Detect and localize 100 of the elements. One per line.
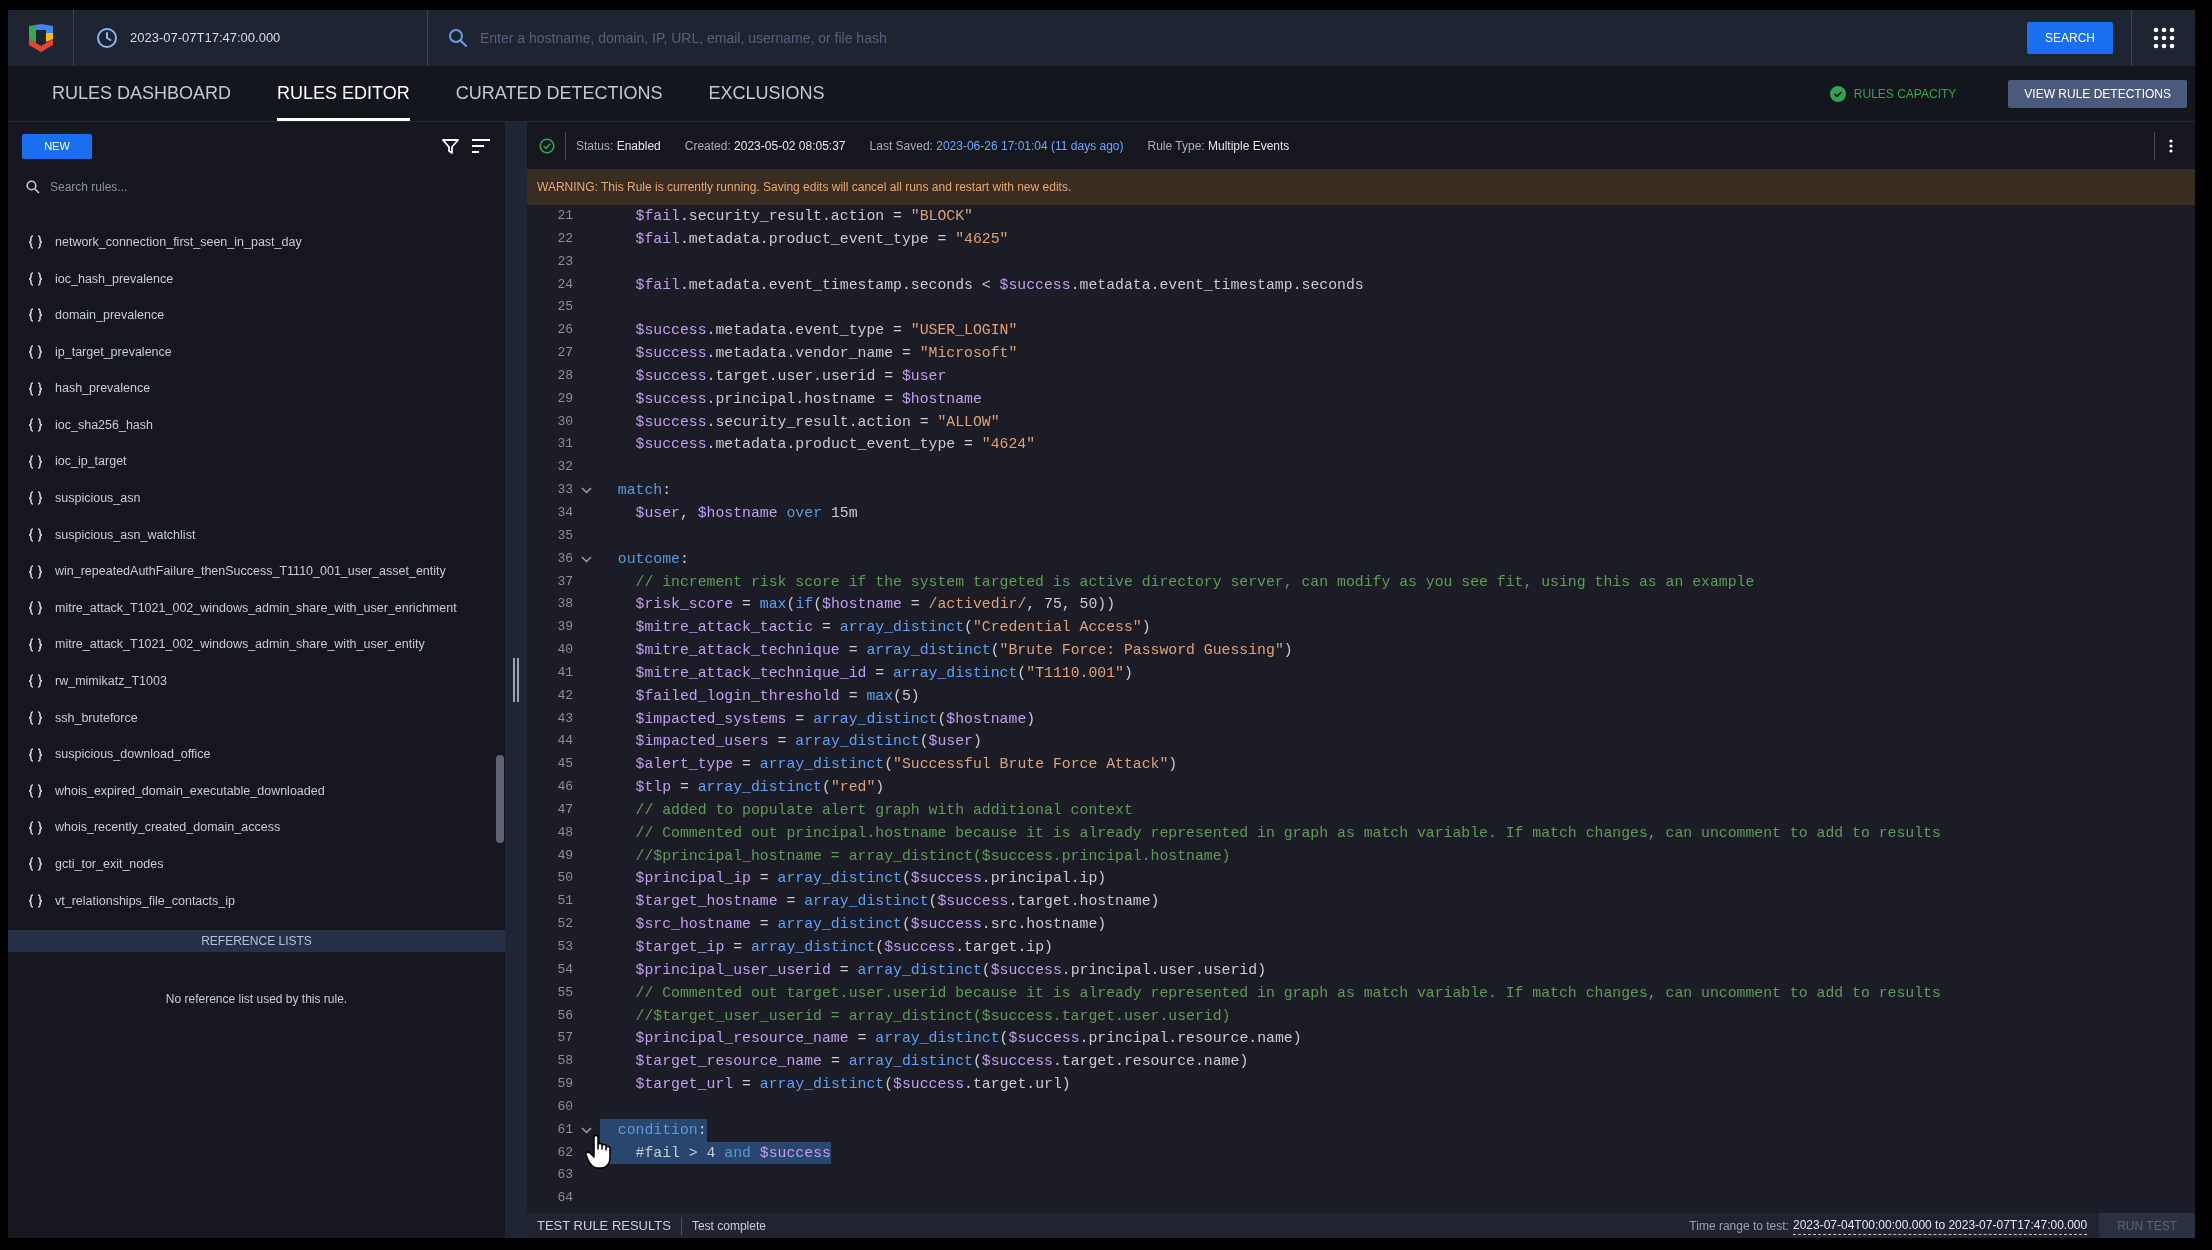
rule-list-item[interactable]: suspicious_asn_watchlist [55,525,196,545]
code-line: $fail.metadata.product_event_type = "4625" [634,229,1009,249]
line-number: 45 [556,755,573,774]
code-line: $success.metadata.event_type = "USER_LOGIN" [634,321,1018,341]
search-icon [26,180,40,194]
code-line: $mitre_attack_tactic = array_distinct("Credential Access") [634,618,1151,638]
line-number: 37 [556,572,573,591]
search-field[interactable]: Enter a hostname, domain, IP, URL, email, username, or file hash [480,27,2027,49]
line-number: 22 [556,229,573,248]
time-range-link[interactable]: 2023-07-04T00:00:00.000 to 2023-07-07T17:47:00.000 [1792,1216,2088,1235]
rule-list-item[interactable]: gcti_tor_exit_nodes [55,855,164,874]
test-status-text: Test complete [691,1217,766,1235]
clock-icon[interactable] [96,27,118,49]
braces-icon [28,857,43,872]
line-number: 47 [556,800,573,819]
rule-list-item[interactable]: suspicious_download_office [55,745,211,764]
chevron-down-icon[interactable] [581,555,592,563]
rule-list-item[interactable]: ip_target_prevalence [55,342,172,362]
more-options-icon[interactable] [2169,138,2173,153]
logo-icon[interactable] [26,23,55,53]
apps-grid-icon[interactable] [2151,26,2176,50]
line-number: 55 [556,983,573,1002]
code-line: $target_resource_name = array_distinct($success.target.resource.name) [634,1052,1249,1072]
line-number: 39 [556,618,573,637]
line-number: 36 [556,549,573,568]
rule-list-item[interactable]: win_repeatedAuthFailure_thenSuccess_T1110_001_user_asset_entity [55,562,446,581]
test-rule-results-tab[interactable]: TEST RULE RESULTS [537,1215,671,1236]
rule-list-item[interactable]: whois_expired_domain_executable_downloaded [55,781,325,801]
new-button[interactable]: NEW [22,133,92,159]
date-time-text[interactable]: 2023-07-07T17:47:00.000 [130,28,281,48]
rule-list-item[interactable]: suspicious_asn [55,489,141,508]
code-line: $tlp = array_distinct("red") [634,778,885,798]
line-number: 40 [556,641,573,660]
rule-list-item[interactable]: mitre_attack_T1021_002_windows_admin_share_with_user_entity [55,635,425,655]
code-line: $target_url = array_distinct($success.target.url) [634,1075,1071,1095]
code-line: $principal_user_userid = array_distinct($success.principal.user.userid) [634,960,1266,980]
tab[interactable]: EXCLUSIONS [708,66,825,121]
braces-icon [28,418,43,433]
sort-icon[interactable] [471,138,491,154]
braces-icon [28,491,43,506]
rule-list-item[interactable]: whois_recently_created_domain_access [55,818,281,838]
rule-list-item[interactable]: mitre_attack_T1021_002_windows_admin_share_with_user_enrichment [55,598,457,618]
search-rules-field[interactable]: Search rules... [50,178,487,196]
search-button[interactable]: SEARCH [2027,22,2113,54]
line-number: 62 [556,1143,573,1162]
section-header: REFERENCE LISTS [8,930,505,952]
braces-icon [28,674,43,689]
scrollbar[interactable] [496,755,504,843]
braces-icon [28,784,43,799]
code-line: $mitre_attack_technique_id = array_distinct("T1110.001") [634,663,1133,683]
chevron-down-icon[interactable] [581,1126,592,1134]
rule-list-item[interactable]: ioc_hash_prevalence [55,269,174,289]
line-number: 44 [556,732,573,751]
chevron-down-icon[interactable] [581,487,592,495]
check-circle-icon [539,137,555,154]
tab[interactable]: RULES DASHBOARD [52,66,232,121]
braces-icon [28,711,43,725]
rule-list-item[interactable]: ssh_bruteforce [55,708,138,728]
line-number: 24 [556,275,573,294]
rule-list-item[interactable]: network_connection_first_seen_in_past_day [55,232,302,252]
rule-list-item[interactable]: ioc_sha256_hash [55,415,153,435]
braces-icon [28,564,43,579]
status-field: Created: 2023-05-02 08:05:37 [684,136,846,155]
braces-icon [28,235,43,250]
code-line: // Commented out target.user.userid because it is already represented in graph as match variable. If match changes, can uncomment to add to results [634,983,1941,1003]
line-number: 31 [556,435,573,454]
rule-list-item[interactable]: hash_prevalence [55,379,151,399]
line-number: 32 [556,458,573,477]
rule-list-item[interactable]: rw_mimikatz_T1003 [55,672,167,691]
code-line: $impacted_users = array_distinct($user) [634,732,982,752]
code-line: $principal_ip = array_distinct($success.principal.ip) [634,869,1107,889]
code-line: outcome: [616,549,689,569]
rule-list-item[interactable]: ioc_ip_target [55,452,127,472]
line-number: 51 [556,892,573,911]
braces-icon [28,637,43,652]
line-number: 60 [556,1097,573,1116]
line-number: 38 [556,595,573,614]
line-number: 30 [556,412,573,431]
view-rule-detections-button[interactable]: VIEW RULE DETECTIONS [2008,79,2187,108]
tab[interactable]: CURATED DETECTIONS [455,66,663,121]
line-number: 46 [556,778,573,797]
code-line: // increment risk score if the system targeted is active directory server, can modify as you see fit, using this as an example [634,572,1755,592]
braces-icon [28,747,43,762]
resize-handle[interactable] [513,658,519,702]
filter-icon[interactable] [442,137,459,155]
line-number: 43 [556,709,573,728]
braces-icon [28,601,43,616]
line-number: 56 [556,1006,573,1025]
status-field: Rule Type: Multiple Events [1147,136,1290,155]
line-number: 27 [556,344,573,363]
line-number: 25 [556,298,573,317]
braces-icon [28,528,43,543]
braces-icon [28,894,43,908]
code-line: $success.security_result.action = "ALLOW" [634,412,1000,432]
rule-list-item[interactable]: vt_relationships_file_contacts_ip [55,891,235,911]
rules-capacity-link[interactable]: RULES CAPACITY [1853,84,1957,103]
code-line: $success.target.user.userid = $user [634,366,947,386]
rule-list-item[interactable]: domain_prevalence [55,306,165,325]
line-number: 29 [556,389,573,408]
status-field: Last Saved: 2023-06-26 17:01:04 (11 days ago) [869,136,1124,155]
